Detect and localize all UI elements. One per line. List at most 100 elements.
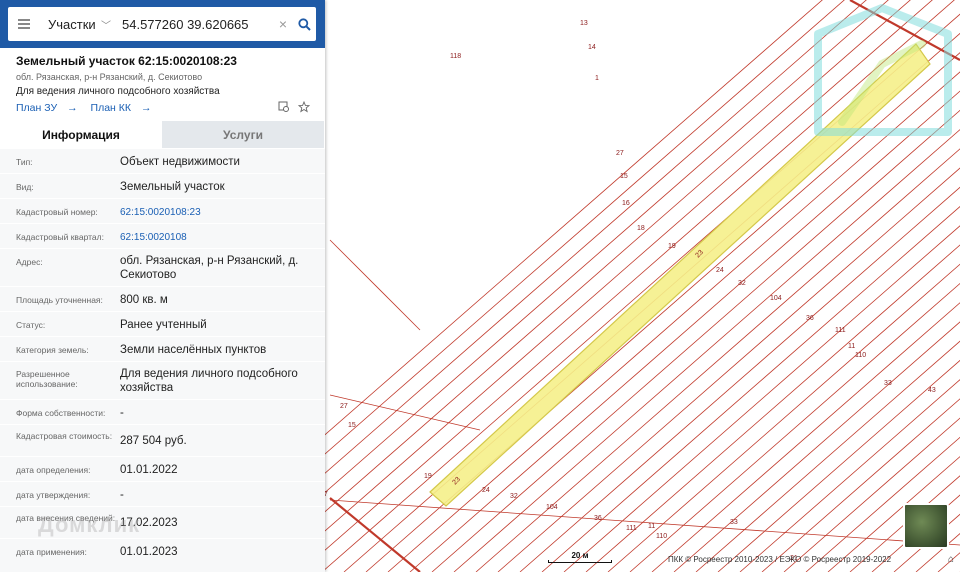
chevron-down-icon[interactable]: ﹀ bbox=[98, 17, 114, 32]
info-row: Кадастровый номер: 62:15:0020108:23 bbox=[0, 198, 325, 223]
search-input[interactable]: 54.577260 39.620665 bbox=[114, 17, 274, 32]
info-label: Форма собственности: bbox=[16, 408, 106, 418]
info-row: Тип: Объект недвижимости bbox=[0, 148, 325, 173]
map-copyright: ПКК © Росреестр 2010-2023 / ЕЭКО © Росре… bbox=[668, 555, 892, 564]
search-header: Участки ﹀ 54.577260 39.620665 × bbox=[0, 0, 325, 48]
parcel-number-label: 19 bbox=[424, 473, 432, 480]
parcel-number-label: 19 bbox=[668, 243, 676, 250]
clear-icon[interactable]: × bbox=[274, 16, 292, 32]
parcel-number-label: 110 bbox=[855, 352, 866, 359]
parcel-number-label: 24 bbox=[482, 487, 490, 494]
plan-kk-link[interactable]: План КК → bbox=[91, 102, 152, 114]
info-value: Объект недвижимости bbox=[120, 156, 240, 168]
info-label: дата применения: bbox=[16, 547, 87, 557]
info-label: Кадастровая стоимость: bbox=[16, 431, 113, 441]
info-value: 01.01.2022 bbox=[120, 464, 178, 476]
info-row: Категория земель: Земли населённых пункт… bbox=[0, 336, 325, 361]
info-value: - bbox=[120, 489, 124, 501]
scale-bar bbox=[548, 560, 612, 563]
parcel-number-label: 27 bbox=[340, 403, 348, 410]
info-label: дата утверждения: bbox=[16, 490, 91, 500]
menu-icon[interactable] bbox=[8, 7, 40, 41]
parcel-address: обл. Рязанская, р-н Рязанский, д. Секиот… bbox=[16, 72, 203, 82]
parcel-number-label: 104 bbox=[770, 295, 782, 302]
parcel-number-label: 32 bbox=[510, 493, 518, 500]
info-value: Земельный участок bbox=[120, 181, 225, 193]
info-value: Земли населённых пунктов bbox=[120, 344, 267, 356]
info-label: Статус: bbox=[16, 320, 46, 330]
info-value: - bbox=[120, 407, 124, 419]
parcel-number-label: 1 bbox=[595, 75, 599, 82]
info-label: Кадастровый номер: bbox=[16, 207, 98, 217]
brand-logo bbox=[812, 4, 954, 142]
search-icon bbox=[297, 17, 311, 31]
info-label: Площадь уточненная: bbox=[16, 295, 103, 305]
satellite-layer-toggle[interactable] bbox=[903, 503, 949, 549]
info-row: Вид: Земельный участок bbox=[0, 173, 325, 198]
tab-services[interactable]: Услуги bbox=[162, 121, 324, 148]
info-label: Кадастровый квартал: bbox=[16, 232, 104, 242]
info-row: дата определения: 01.01.2022 bbox=[0, 456, 325, 481]
info-row: Кадастровая стоимость: 287 504 руб. bbox=[0, 424, 325, 456]
scale-label: 20 м bbox=[571, 551, 589, 560]
home-icon[interactable]: ⌂ bbox=[948, 554, 954, 565]
info-row: дата применения: 01.01.2023 bbox=[0, 538, 325, 572]
parcel-boundary bbox=[329, 239, 421, 331]
road-boundary bbox=[329, 497, 421, 572]
parcel-number-label: 11 bbox=[848, 343, 855, 350]
info-value: 01.01.2023 bbox=[120, 546, 178, 558]
parcel-number-label: 118 bbox=[450, 53, 461, 60]
info-row: дата утверждения: - bbox=[0, 481, 325, 506]
parcel-number-label: 15 bbox=[348, 422, 356, 429]
plan-links: План ЗУ → План КК → bbox=[16, 102, 162, 114]
parcel-actions bbox=[278, 101, 310, 113]
parcel-number-label: 18 bbox=[637, 225, 645, 232]
parcel-number-label: 33 bbox=[884, 380, 892, 387]
info-value: Для ведения личного подсобного хозяйства bbox=[120, 368, 298, 394]
parcel-number-label: 15 bbox=[620, 173, 628, 180]
parcel-boundary bbox=[329, 499, 960, 546]
parcel-number-label: 110 bbox=[656, 533, 667, 540]
search-button[interactable] bbox=[292, 7, 316, 41]
cadastral-number-link[interactable]: 62:15:0020108:23 bbox=[120, 206, 320, 220]
parcel-number-label: 43 bbox=[928, 387, 936, 394]
panel-tabs: Информация Услуги bbox=[0, 121, 325, 148]
plan-zu-link[interactable]: План ЗУ → bbox=[16, 102, 78, 114]
parcel-number-label: 104 bbox=[546, 504, 558, 511]
locate-icon[interactable] bbox=[278, 101, 290, 113]
parcel-title: Земельный участок 62:15:0020108:23 bbox=[16, 54, 237, 68]
info-row: Форма собственности: - bbox=[0, 399, 325, 424]
star-icon[interactable] bbox=[298, 101, 310, 113]
parcel-number-label: 16 bbox=[622, 200, 630, 207]
parcel-purpose: Для ведения личного подсобного хозяйства bbox=[16, 86, 220, 97]
info-label: Адрес: bbox=[16, 257, 43, 267]
info-label: Тип: bbox=[16, 157, 33, 167]
info-row: Кадастровый квартал: 62:15:0020108 bbox=[0, 223, 325, 248]
parcel-number-label: 33 bbox=[730, 519, 738, 526]
parcel-number-label: 14 bbox=[588, 44, 596, 51]
parcel-number-label: 111 bbox=[626, 525, 637, 532]
info-row: Площадь уточненная: 800 кв. м bbox=[0, 286, 325, 311]
tab-info[interactable]: Информация bbox=[0, 121, 162, 148]
parcel-number-label: 36 bbox=[806, 315, 814, 322]
parcel-number-label: 13 bbox=[580, 20, 588, 27]
search-box: Участки ﹀ 54.577260 39.620665 × bbox=[8, 7, 316, 41]
info-row: Статус: Ранее учтенный bbox=[0, 311, 325, 336]
info-value: 800 кв. м bbox=[120, 294, 168, 306]
info-label: Вид: bbox=[16, 182, 34, 192]
cadastral-quarter-link[interactable]: 62:15:0020108 bbox=[120, 231, 320, 245]
info-value: 287 504 руб. bbox=[120, 435, 187, 447]
map-scale: 20 м bbox=[548, 551, 612, 563]
collapse-panel-button[interactable]: ‹ bbox=[325, 0, 335, 48]
search-type-select[interactable]: Участки bbox=[40, 17, 98, 32]
parcel-number-label: 111 bbox=[835, 327, 846, 334]
info-value: Ранее учтенный bbox=[120, 319, 207, 331]
parcel-number-label: 27 bbox=[616, 150, 624, 157]
parcel-number-label: 11 bbox=[648, 523, 655, 530]
info-label: дата определения: bbox=[16, 465, 91, 475]
parcel-number-label: 24 bbox=[716, 267, 724, 274]
info-panel: Участки ﹀ 54.577260 39.620665 × Земельны… bbox=[0, 0, 325, 572]
info-value: 17.02.2023 bbox=[120, 517, 178, 529]
info-row: Разрешенное использование: Для ведения л… bbox=[0, 361, 325, 399]
parcel-number-label: 32 bbox=[738, 280, 746, 287]
